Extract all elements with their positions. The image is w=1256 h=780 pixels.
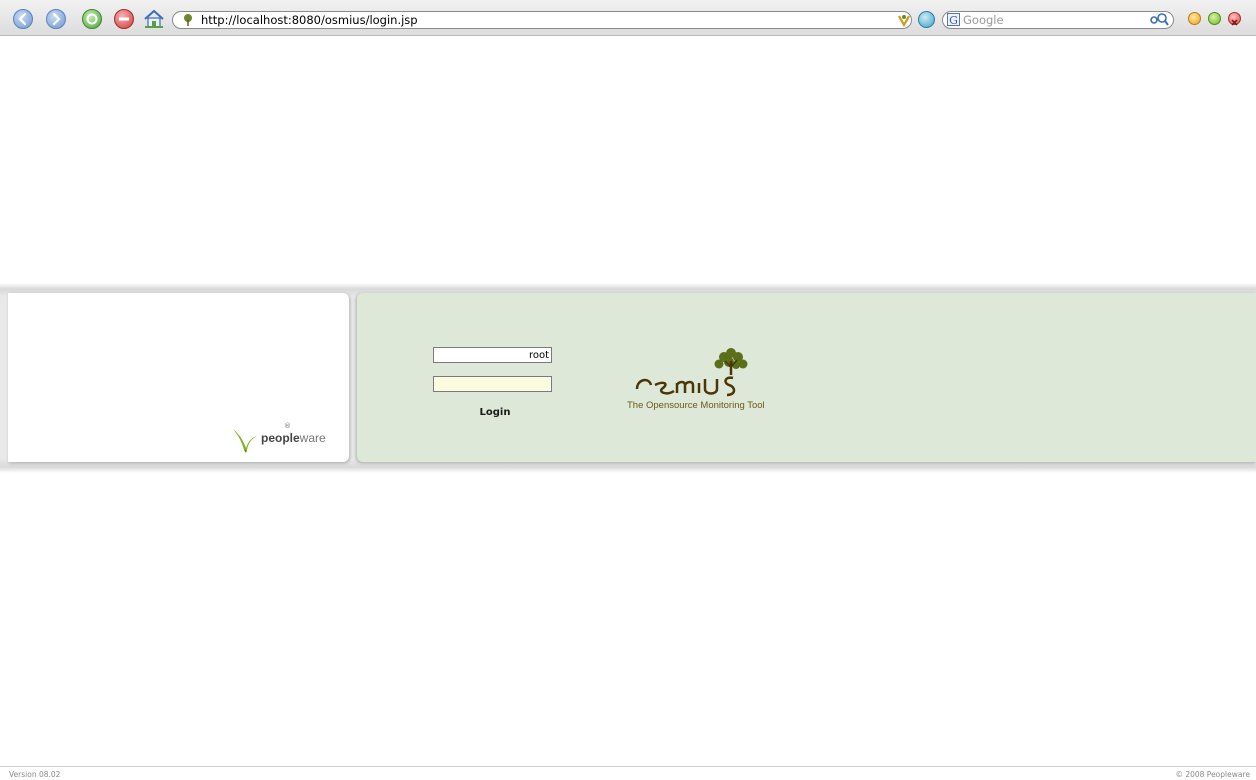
reload-button[interactable] (82, 9, 102, 29)
search-placeholder: Google (963, 13, 1004, 27)
close-icon (1231, 19, 1238, 26)
bookmark-star-icon[interactable] (896, 12, 912, 28)
osmius-tagline: The Opensource Monitoring Tool (627, 400, 765, 411)
footer-divider (0, 766, 1256, 767)
home-icon (144, 9, 164, 28)
close-window-button[interactable] (1228, 12, 1241, 26)
arrow-left-icon (18, 12, 27, 26)
browser-toolbar: http://localhost:8080/osmius/login.jsp G… (0, 0, 1256, 36)
peopleware-bird-icon (233, 429, 257, 453)
arrow-right-icon (52, 12, 61, 26)
address-bar[interactable]: http://localhost:8080/osmius/login.jsp (172, 11, 912, 29)
address-url: http://localhost:8080/osmius/login.jsp (201, 13, 418, 27)
search-engine-icon[interactable] (918, 11, 935, 28)
minimize-window-button[interactable] (1188, 12, 1201, 25)
username-input[interactable] (433, 347, 552, 363)
search-go-icon[interactable] (1148, 11, 1170, 27)
forward-button[interactable] (46, 9, 66, 29)
google-g-icon: G (947, 13, 960, 27)
version-label: Version 08.02 (9, 770, 61, 779)
osmius-tree-logo-icon (635, 348, 748, 397)
registered-mark: ® (284, 422, 291, 430)
peopleware-logo-text: peopleware (261, 431, 326, 445)
login-button[interactable]: Login (467, 404, 523, 420)
back-button[interactable] (13, 9, 33, 29)
password-input[interactable] (433, 376, 552, 392)
reload-icon (86, 13, 98, 25)
login-panel: Login The Opensource Monitoring Too (357, 293, 1256, 462)
stop-button[interactable] (114, 9, 134, 29)
peopleware-logo: peopleware ® (231, 422, 341, 454)
maximize-window-button[interactable] (1208, 12, 1221, 25)
stop-icon (119, 17, 129, 21)
search-bar[interactable]: G Google (942, 11, 1174, 29)
branding-panel: peopleware ® (8, 293, 349, 462)
home-button[interactable] (143, 8, 165, 30)
copyright-label: © 2008 Peopleware (1175, 770, 1250, 779)
osmius-logo: The Opensource Monitoring Tool (619, 345, 769, 415)
site-favicon-tree-icon (184, 14, 192, 26)
